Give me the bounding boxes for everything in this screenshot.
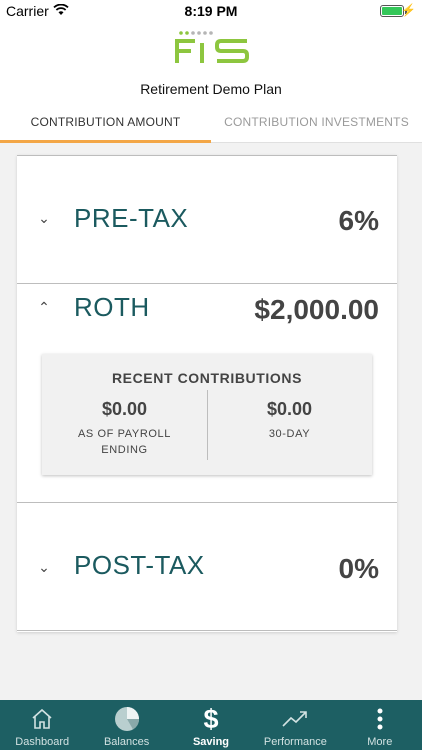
charging-icon: ⚡ bbox=[401, 3, 416, 17]
tab-contribution-investments[interactable]: CONTRIBUTION INVESTMENTS bbox=[211, 102, 422, 143]
nav-more[interactable]: More bbox=[338, 700, 422, 750]
payroll-label-line1: AS OF PAYROLL bbox=[78, 428, 171, 440]
pretax-value[interactable]: 6% bbox=[339, 205, 379, 237]
app-header: Retirement Demo Plan bbox=[0, 22, 422, 102]
recent-contributions-title: RECENT CONTRIBUTIONS bbox=[111, 370, 303, 386]
active-tab-indicator bbox=[0, 140, 211, 143]
payroll-label-line2: ENDING bbox=[101, 444, 148, 456]
roth-label: ROTH bbox=[74, 292, 150, 322]
home-icon bbox=[0, 706, 84, 732]
payroll-amount: $0.00 bbox=[101, 399, 148, 419]
tab-contribution-amount[interactable]: CONTRIBUTION AMOUNT bbox=[0, 102, 211, 143]
chevron-up-icon[interactable]: ⌃ bbox=[38, 299, 50, 316]
nav-balances[interactable]: Balances bbox=[84, 700, 168, 750]
payroll-label: AS OF PAYROLL ENDING bbox=[42, 426, 207, 458]
roth-value[interactable]: $2,000.00 bbox=[254, 294, 379, 326]
tab-bar: CONTRIBUTION AMOUNT CONTRIBUTION INVESTM… bbox=[0, 102, 422, 143]
fis-logo bbox=[175, 31, 249, 63]
recent-contributions-panel: RECENT CONTRIBUTIONS $0.00 AS OF PAYROLL… bbox=[42, 354, 372, 475]
plan-title: Retirement Demo Plan bbox=[140, 81, 282, 97]
payroll-contribution: $0.00 AS OF PAYROLL ENDING bbox=[42, 399, 207, 458]
bottom-nav: Dashboard Balances $ Saving Performance … bbox=[0, 700, 422, 750]
nav-dashboard[interactable]: Dashboard bbox=[0, 700, 84, 750]
pie-chart-icon bbox=[84, 706, 168, 732]
posttax-label: POST-TAX bbox=[74, 550, 205, 580]
more-vertical-icon bbox=[338, 706, 422, 732]
thirty-day-contribution: $0.00 30-DAY bbox=[207, 399, 372, 442]
nav-dashboard-label: Dashboard bbox=[15, 736, 70, 748]
nav-saving[interactable]: $ Saving bbox=[169, 700, 253, 750]
nav-saving-label: Saving bbox=[192, 736, 230, 748]
thirty-day-label: 30-DAY bbox=[268, 428, 311, 440]
contribution-card: ⌄ PRE-TAX 6% ⌃ ROTH $2,000.00 RECENT CON… bbox=[17, 155, 397, 632]
trend-icon bbox=[253, 706, 337, 732]
status-bar: Carrier 8:19 PM ⚡ bbox=[0, 0, 422, 22]
nav-balances-label: Balances bbox=[103, 736, 150, 748]
thirty-day-amount: $0.00 bbox=[266, 399, 313, 419]
nav-more-label: More bbox=[367, 736, 393, 748]
nav-performance-label: Performance bbox=[263, 736, 327, 748]
chevron-down-icon[interactable]: ⌄ bbox=[38, 559, 50, 576]
posttax-value[interactable]: 0% bbox=[339, 553, 379, 585]
pretax-label: PRE-TAX bbox=[74, 203, 189, 233]
nav-performance[interactable]: Performance bbox=[253, 700, 337, 750]
clock: 8:19 PM bbox=[184, 3, 238, 19]
chevron-down-icon[interactable]: ⌄ bbox=[38, 210, 50, 227]
dollar-icon: $ bbox=[203, 703, 219, 734]
